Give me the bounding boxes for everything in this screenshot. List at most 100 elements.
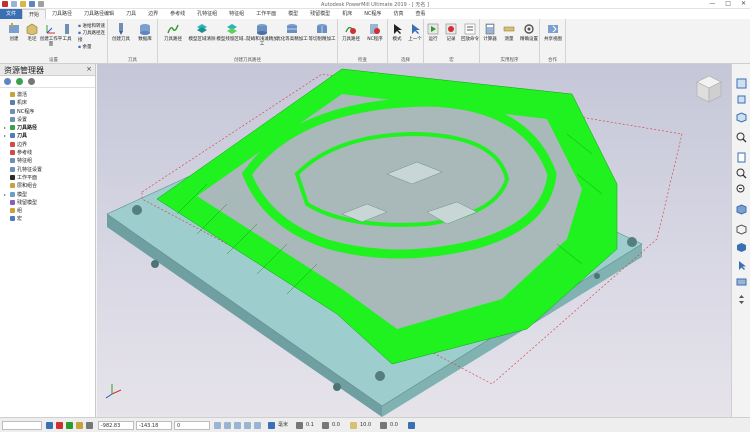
ribbon-tab[interactable]: 参考线 [164, 9, 191, 19]
z-coordinate-field[interactable]: 0 [174, 421, 210, 430]
tree-item[interactable]: 激活 [0, 91, 95, 99]
model-rest-area-button[interactable]: 模型残留区域... [216, 23, 248, 42]
y-coordinate-field[interactable]: -143.18 [136, 421, 172, 430]
angle-icon[interactable] [322, 422, 329, 429]
tree-item[interactable]: 边界 [0, 141, 95, 149]
iso-view-icon[interactable] [736, 78, 747, 89]
x-coordinate-field[interactable]: -982.83 [98, 421, 134, 430]
share-view-button[interactable]: 共享视图 [541, 23, 565, 42]
model-area-clearance-button[interactable]: 模型区域清除 [186, 23, 218, 42]
minimize-button[interactable]: — [709, 0, 715, 7]
thickness-button[interactable]: ▪ 余量 [78, 44, 107, 51]
new-file-icon[interactable] [11, 1, 17, 7]
layer-dropdown[interactable] [2, 421, 42, 430]
open-file-icon[interactable] [20, 1, 26, 7]
globe-icon[interactable] [16, 78, 23, 85]
tree-item[interactable]: 机床 [0, 99, 95, 107]
view-cube[interactable] [696, 75, 722, 103]
create-tool-button[interactable]: 创建刀具 [109, 23, 133, 42]
grid-icon[interactable] [234, 422, 241, 429]
tree-item[interactable]: 残留模型 [0, 199, 95, 207]
zoom-in-icon[interactable] [736, 132, 747, 143]
tree-item[interactable]: 参考线 [0, 149, 95, 157]
select-cursor-icon[interactable] [736, 260, 747, 271]
expand-toggle-icon[interactable]: ▸ [4, 191, 9, 199]
macro-run-button[interactable]: 运行 [424, 23, 442, 42]
graphics-viewport[interactable] [97, 64, 731, 417]
close-button[interactable]: ✕ [741, 0, 746, 7]
tree-item[interactable]: ▸ 模型 [0, 191, 95, 199]
tool-status-icon[interactable] [56, 422, 63, 429]
tree-item[interactable]: 宏 [0, 215, 95, 223]
expand-toggle-icon[interactable]: ▸ [4, 132, 9, 140]
constant-cusp-button[interactable]: 等切削精加工 [306, 23, 338, 42]
zoom-out-icon[interactable] [736, 184, 747, 195]
snap-icon[interactable] [224, 422, 231, 429]
toolpath-status-icon[interactable] [66, 422, 73, 429]
app-logo-icon[interactable] [2, 1, 8, 7]
workplane-status-icon[interactable] [46, 422, 53, 429]
ribbon-tab[interactable]: 开始 [22, 9, 47, 19]
calculator-button[interactable]: 计算器 [480, 23, 500, 42]
tree-item[interactable]: NC程序 [0, 108, 95, 116]
ribbon-tab[interactable]: 工作平面 [250, 9, 282, 19]
tree-item[interactable]: 组 [0, 207, 95, 215]
tree-item[interactable]: 设置 [0, 116, 95, 124]
wireframe-icon[interactable] [736, 224, 747, 235]
pan-icon[interactable] [736, 294, 747, 305]
echo-commands-button[interactable]: 回放命令 [460, 23, 480, 42]
tree-item[interactable]: 层和组合 [0, 182, 95, 190]
check-toolpath-button[interactable]: 刀具路径 [339, 23, 363, 42]
ribbon-tab[interactable]: 残留模型 [304, 9, 336, 19]
check-nc-program-button[interactable]: NC程序 [363, 23, 387, 42]
optimized-constant-z-button[interactable]: 优化等高精加工 [276, 23, 308, 42]
toolpath-strategy-button[interactable]: 刀具路径 [158, 23, 188, 42]
zoom-icon[interactable] [736, 168, 747, 179]
ribbon-tab[interactable]: 机床 [336, 9, 358, 19]
maximize-button[interactable]: □ [725, 0, 731, 7]
cube-view-icon[interactable] [736, 112, 747, 123]
measure-button[interactable]: 测量 [499, 23, 519, 42]
explorer-close-icon[interactable]: × [86, 65, 92, 73]
ribbon-tab[interactable]: NC程序 [358, 9, 387, 19]
ribbon-tab[interactable]: 刀具路径 [46, 9, 78, 19]
toolpath-connections-button[interactable]: ▪ 刀具路径连接 [78, 30, 107, 44]
tolerance-icon[interactable] [296, 422, 303, 429]
ribbon-tab[interactable]: 查看 [409, 9, 431, 19]
exact-settings-button[interactable]: 精确设置 [518, 23, 540, 42]
tree-item[interactable]: ▸ 刀具 [0, 132, 95, 140]
tree-item[interactable]: 工作平面 [0, 174, 95, 182]
save-icon[interactable] [29, 1, 35, 7]
expand-icon[interactable] [28, 78, 35, 85]
select-previous-button[interactable]: 上一个 [406, 23, 424, 42]
ribbon-tab[interactable]: 特征组 [223, 9, 250, 19]
tree-item[interactable]: ▸ 刀具路径 [0, 124, 95, 132]
ribbon-tab[interactable]: 刀具路径编辑 [78, 9, 120, 19]
page-view-icon[interactable] [736, 152, 747, 163]
tool-database-button[interactable]: 数据库 [133, 23, 157, 42]
ribbon-tab[interactable]: 文件 [0, 9, 23, 19]
select-mode-button[interactable]: 模式 [388, 23, 406, 42]
ribbon-tab[interactable]: 刀具 [120, 9, 142, 19]
workplane-align-icon[interactable] [244, 422, 251, 429]
offset-icon[interactable] [380, 422, 387, 429]
solid-shade-icon[interactable] [736, 242, 747, 253]
ribbon-tab[interactable]: 孔特征组 [191, 9, 223, 19]
macro-record-button[interactable]: 记录 [442, 23, 460, 42]
tool-button[interactable]: 工具 [60, 23, 74, 42]
shaded-view-icon[interactable] [736, 204, 747, 215]
ribbon-tab[interactable]: 仿真 [387, 9, 409, 19]
undo-icon[interactable] [38, 1, 44, 7]
model-status-icon[interactable] [86, 422, 93, 429]
tree-item[interactable]: 特征组 [0, 157, 95, 165]
tree-item[interactable]: 孔特征设置 [0, 166, 95, 174]
boundary-status-icon[interactable] [76, 422, 83, 429]
expand-toggle-icon[interactable]: ▸ [4, 124, 9, 132]
ribbon-tab[interactable]: 边界 [142, 9, 164, 19]
front-view-icon[interactable] [736, 94, 747, 105]
coordinate-type-icon[interactable] [214, 422, 221, 429]
home-icon[interactable] [4, 78, 11, 85]
units-icon[interactable] [268, 422, 275, 429]
layers-icon[interactable] [736, 276, 747, 287]
steep-shallow-button[interactable]: 陡峭和浅滩精加工 [246, 23, 278, 47]
